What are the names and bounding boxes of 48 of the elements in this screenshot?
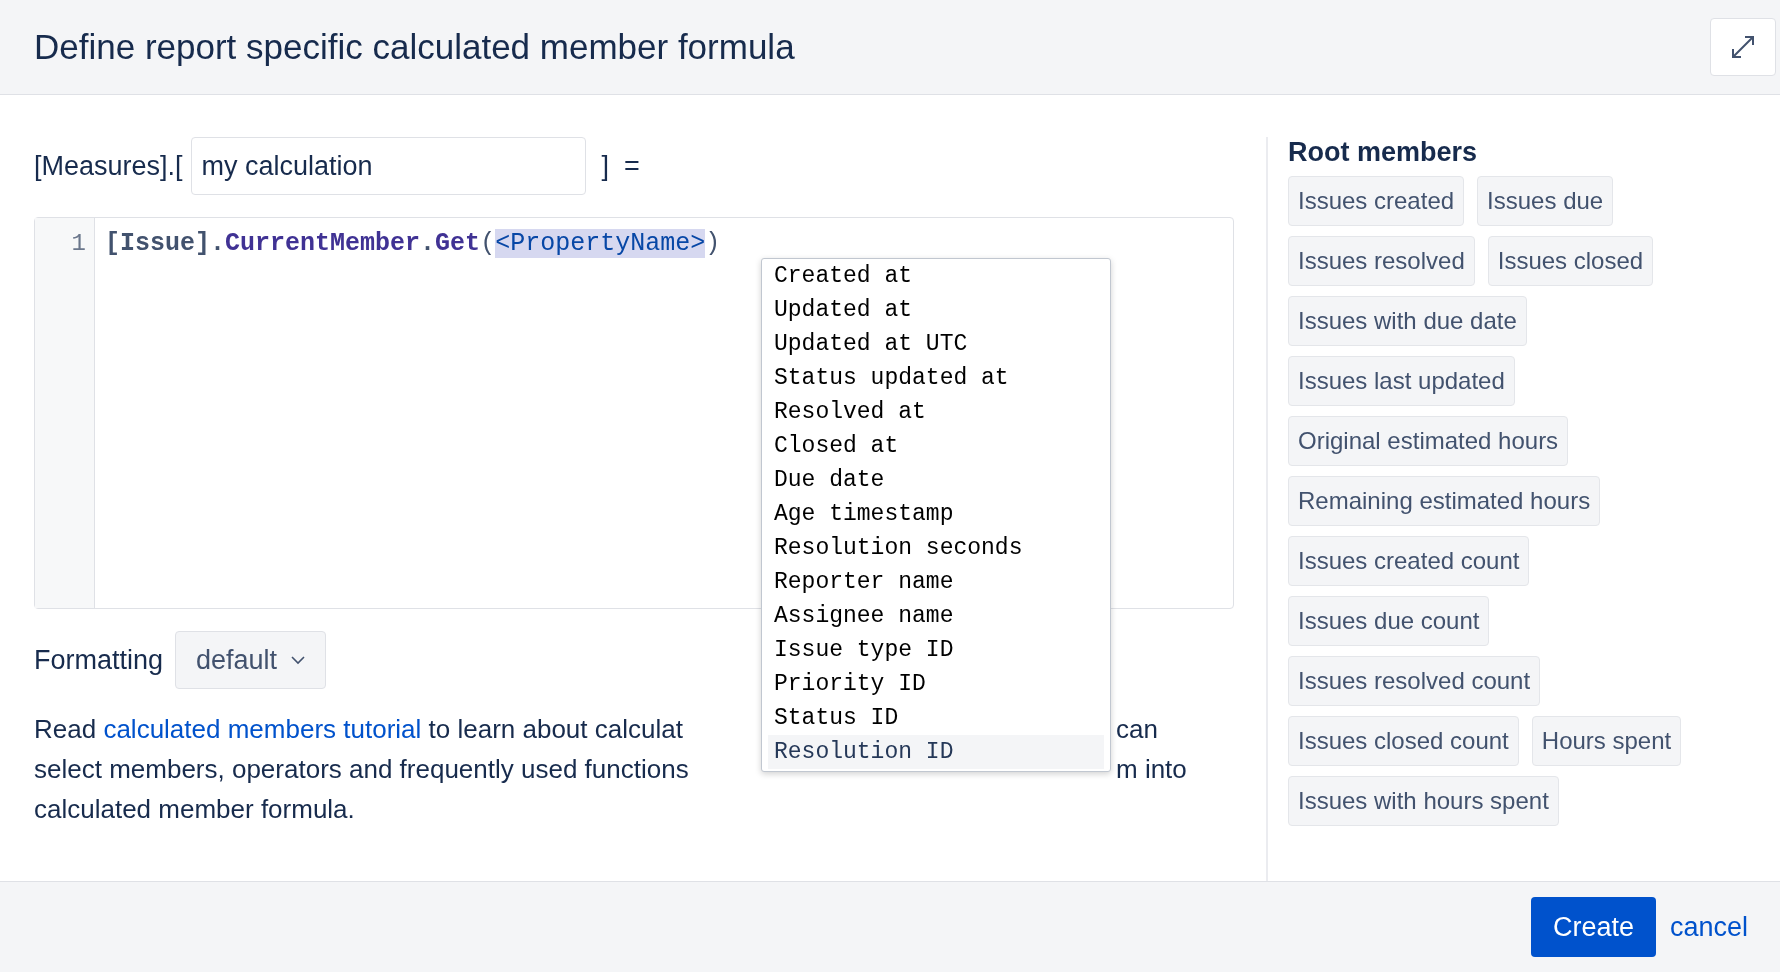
- member-chip[interactable]: Remaining estimated hours: [1288, 476, 1601, 526]
- chevron-down-icon: [291, 655, 306, 665]
- help-text: can: [1116, 713, 1158, 746]
- line-number: 1: [70, 230, 86, 257]
- help-text: calculated member formula.: [34, 794, 355, 824]
- member-chip[interactable]: Issues created: [1288, 176, 1465, 226]
- sidebar-title: Root members: [1288, 137, 1479, 168]
- dialog-title: Define report specific calculated member formula: [34, 27, 795, 67]
- equals-suffix: ] =: [601, 150, 640, 182]
- autocomplete-item[interactable]: Resolution seconds: [768, 531, 1104, 565]
- cancel-link[interactable]: cancel: [1669, 911, 1748, 943]
- member-chip[interactable]: Issues last updated: [1288, 356, 1515, 406]
- autocomplete-item[interactable]: Priority ID: [768, 667, 1104, 701]
- autocomplete-item[interactable]: Resolved at: [768, 395, 1104, 429]
- member-chip[interactable]: Original estimated hours: [1288, 416, 1569, 466]
- autocomplete-item[interactable]: Issue type ID: [768, 633, 1104, 667]
- autocomplete-item[interactable]: Status updated at: [768, 361, 1104, 395]
- autocomplete-item[interactable]: Updated at UTC: [768, 327, 1104, 361]
- autocomplete-item[interactable]: Resolution ID: [768, 735, 1104, 769]
- member-chip[interactable]: Issues closed: [1487, 236, 1654, 286]
- member-chip[interactable]: Issues due: [1477, 176, 1614, 226]
- formatting-dropdown[interactable]: default: [175, 631, 327, 689]
- member-chip[interactable]: Hours spent: [1531, 716, 1682, 766]
- autocomplete-item[interactable]: Age timestamp: [768, 497, 1104, 531]
- member-chip[interactable]: Issues due count: [1288, 596, 1490, 646]
- member-chip[interactable]: Issues with due date: [1288, 296, 1527, 346]
- autocomplete-item[interactable]: Updated at: [768, 293, 1104, 327]
- autocomplete-item[interactable]: Created at: [768, 259, 1104, 293]
- formatting-label: Formatting: [34, 644, 164, 676]
- measures-prefix: [Measures].[: [34, 150, 183, 182]
- member-chip[interactable]: Issues resolved: [1288, 236, 1475, 286]
- autocomplete-item[interactable]: Due date: [768, 463, 1104, 497]
- autocomplete-item[interactable]: Closed at: [768, 429, 1104, 463]
- expand-icon: [1730, 34, 1756, 60]
- member-chip[interactable]: Issues with hours spent: [1288, 776, 1559, 826]
- help-text: Read calculated members tutorial to learn about calculat: [34, 714, 683, 744]
- tutorial-link[interactable]: calculated members tutorial: [103, 714, 422, 744]
- expand-button[interactable]: [1710, 18, 1776, 76]
- autocomplete-item[interactable]: Status ID: [768, 701, 1104, 735]
- create-button[interactable]: Create: [1530, 897, 1656, 957]
- name-input[interactable]: my calculation: [190, 137, 586, 195]
- help-text: select members, operators and frequently used functions: [34, 754, 689, 784]
- help-text: m into: [1116, 753, 1187, 786]
- code-line: [Issue].CurrentMember.Get(<PropertyName>): [105, 229, 721, 258]
- member-chip[interactable]: Issues created count: [1288, 536, 1530, 586]
- autocomplete-item[interactable]: Reporter name: [768, 565, 1104, 599]
- member-chip[interactable]: Issues resolved count: [1288, 656, 1541, 706]
- member-chip[interactable]: Issues closed count: [1288, 716, 1519, 766]
